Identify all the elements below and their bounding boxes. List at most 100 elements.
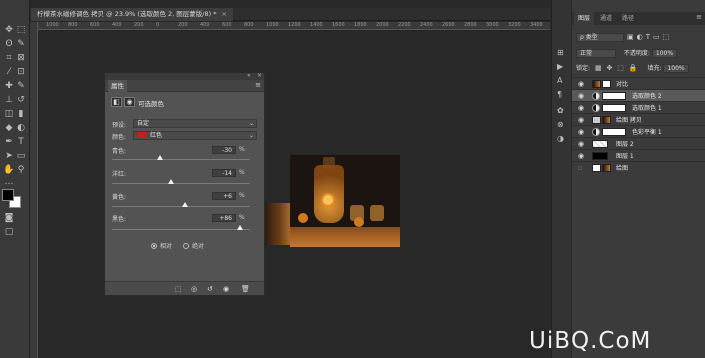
blur-tool-icon[interactable]: ◆ bbox=[3, 122, 15, 134]
preset-value: 自定 bbox=[137, 120, 150, 127]
layer-row[interactable]: ◉ 色彩平衡 1 bbox=[572, 125, 705, 137]
yellow-slider-thumb[interactable] bbox=[182, 202, 189, 207]
blend-mode-dropdown[interactable]: 正常 bbox=[576, 49, 616, 58]
brush-settings-icon[interactable]: ✿ bbox=[557, 106, 564, 115]
layer-row[interactable]: ◉ 图层 2 bbox=[572, 137, 705, 149]
layer-thumbnail bbox=[592, 164, 601, 172]
zoom-tool-icon[interactable]: ⚲ bbox=[15, 164, 27, 176]
character-icon[interactable]: A bbox=[557, 76, 562, 85]
frame-tool-icon[interactable]: ⊠ bbox=[15, 52, 27, 64]
black-slider-thumb[interactable] bbox=[237, 225, 244, 230]
layer-row[interactable]: ◉ 对比 bbox=[572, 77, 705, 89]
opacity-field[interactable]: 100% bbox=[651, 49, 678, 58]
layer-row[interactable]: ◉ 选取颜色 1 bbox=[572, 101, 705, 113]
quick-select-tool-icon[interactable]: ✎ bbox=[15, 38, 27, 50]
close-icon[interactable]: × bbox=[257, 72, 262, 79]
view-previous-icon[interactable]: ◎ bbox=[191, 285, 197, 293]
magenta-value-field[interactable]: -14 bbox=[212, 169, 236, 177]
yellow-unit: % bbox=[239, 192, 245, 199]
eye-icon[interactable]: ◉ bbox=[578, 80, 584, 88]
lock-position-icon[interactable]: ✥ bbox=[607, 64, 613, 72]
screen-mode-icon[interactable]: ▢ bbox=[3, 226, 15, 238]
clip-to-layer-icon[interactable]: ⬚ bbox=[175, 285, 182, 293]
ruler-tool-icon[interactable]: ⊡ bbox=[15, 66, 27, 78]
eyedropper-tool-icon[interactable]: ⁄ bbox=[3, 66, 15, 78]
tab-paths[interactable]: 路径 bbox=[618, 12, 638, 25]
layer-mask-icon[interactable]: ◉ bbox=[124, 97, 135, 107]
healing-brush-tool-icon[interactable]: ✚ bbox=[3, 80, 15, 92]
cyan-value-field[interactable]: -30 bbox=[212, 146, 236, 154]
tab-properties[interactable]: 属性 bbox=[108, 80, 127, 92]
paragraph-icon[interactable]: ¶ bbox=[557, 90, 562, 99]
colors-dropdown[interactable]: 红色 ⌄ bbox=[133, 131, 257, 140]
magenta-slider-thumb[interactable] bbox=[168, 179, 175, 184]
history-brush-tool-icon[interactable]: ↺ bbox=[15, 94, 27, 106]
filter-type-icon[interactable]: T bbox=[646, 33, 650, 41]
filter-adjust-icon[interactable]: ◐ bbox=[637, 33, 643, 41]
dodge-tool-icon[interactable]: ◐ bbox=[15, 122, 27, 134]
layer-row[interactable]: ◉ 图层 1 bbox=[572, 149, 705, 161]
foreground-color-swatch[interactable] bbox=[2, 189, 14, 201]
crop-tool-icon[interactable]: ⌗ bbox=[3, 52, 15, 64]
preset-dropdown[interactable]: 自定 ⌄ bbox=[133, 119, 257, 128]
eye-icon[interactable]: ◉ bbox=[578, 140, 584, 148]
clone-source-icon[interactable]: ⊗ bbox=[557, 120, 564, 129]
eye-icon[interactable]: ◉ bbox=[578, 92, 584, 100]
lock-all-icon[interactable]: 🔒 bbox=[629, 64, 638, 72]
black-value-field[interactable]: +86 bbox=[212, 214, 236, 222]
path-select-tool-icon[interactable]: ➤ bbox=[3, 150, 15, 162]
yellow-slider-track[interactable] bbox=[112, 206, 250, 207]
eye-icon[interactable]: ◉ bbox=[578, 116, 584, 124]
eye-icon[interactable]: ◉ bbox=[578, 128, 584, 136]
layer-mask-thumbnail bbox=[602, 104, 626, 112]
tab-layers[interactable]: 图层 bbox=[574, 12, 595, 25]
lock-pixels-icon[interactable]: ▦ bbox=[595, 64, 602, 72]
reset-icon[interactable]: ↺ bbox=[207, 285, 213, 293]
collapse-icon[interactable]: « bbox=[247, 72, 251, 79]
layer-name: 图层 1 bbox=[616, 153, 634, 160]
shape-tool-icon[interactable]: ▭ bbox=[15, 150, 27, 162]
method-absolute-radio[interactable]: 绝对 bbox=[183, 241, 204, 250]
magenta-slider-track[interactable] bbox=[112, 183, 250, 184]
document-tab[interactable]: 柠檬茶水磁修调色 拷贝 @ 23.9% (选取颜色 2, 图层蒙版/8) * × bbox=[31, 8, 233, 21]
hand-tool-icon[interactable]: ✋ bbox=[3, 164, 15, 176]
eye-icon[interactable]: ◉ bbox=[578, 104, 584, 112]
visibility-eye-icon[interactable]: ◉ bbox=[223, 285, 229, 293]
clone-stamp-tool-icon[interactable]: ⊥ bbox=[3, 94, 15, 106]
history-icon[interactable]: ⊞ bbox=[557, 48, 564, 57]
tab-channels[interactable]: 通道 bbox=[596, 12, 616, 25]
panel-menu-icon[interactable]: ≡ bbox=[696, 13, 702, 21]
yellow-value-field[interactable]: +6 bbox=[212, 192, 236, 200]
layer-row[interactable]: ▫ 给图 bbox=[572, 161, 705, 173]
black-slider-track[interactable] bbox=[112, 229, 250, 230]
close-icon[interactable]: × bbox=[221, 10, 226, 18]
move-tool-icon[interactable]: ✥ bbox=[3, 24, 15, 36]
marquee-tool-icon[interactable]: ⬚ bbox=[15, 24, 27, 36]
filter-smart-icon[interactable]: ⬚ bbox=[663, 33, 670, 41]
layer-filter-dropdown[interactable]: ρ 类型 bbox=[576, 33, 624, 42]
eraser-tool-icon[interactable]: ◫ bbox=[3, 108, 15, 120]
pen-tool-icon[interactable]: ✒ bbox=[3, 136, 15, 148]
filter-pixel-icon[interactable]: ▣ bbox=[627, 33, 634, 41]
quick-mask-icon[interactable]: ◙ bbox=[3, 212, 15, 224]
ruler-tick: 2200 bbox=[398, 22, 411, 28]
eye-hidden-icon[interactable]: ▫ bbox=[578, 164, 583, 172]
lock-artboard-icon[interactable]: ⬚ bbox=[617, 64, 624, 72]
fill-field[interactable]: 100% bbox=[663, 64, 689, 73]
type-tool-icon[interactable]: T bbox=[15, 136, 27, 148]
more-tools-icon[interactable]: … bbox=[3, 176, 15, 188]
delete-icon[interactable]: 🗑 bbox=[241, 285, 250, 293]
adjustments-icon[interactable]: ◑ bbox=[557, 134, 564, 143]
layer-row-selected[interactable]: ◉ 选取颜色 2 bbox=[572, 89, 705, 101]
filter-shape-icon[interactable]: ▭ bbox=[653, 33, 660, 41]
eye-icon[interactable]: ◉ bbox=[578, 152, 584, 160]
brush-tool-icon[interactable]: ✎ bbox=[15, 80, 27, 92]
cyan-slider-track[interactable] bbox=[112, 159, 250, 160]
actions-icon[interactable]: ▶ bbox=[557, 62, 563, 71]
gradient-tool-icon[interactable]: ▮ bbox=[15, 108, 27, 120]
cyan-slider-thumb[interactable] bbox=[157, 155, 164, 160]
lasso-tool-icon[interactable]: ʘ bbox=[3, 38, 15, 50]
layer-row[interactable]: ◉ 给图 拷贝 bbox=[572, 113, 705, 125]
panel-menu-icon[interactable]: ≡ bbox=[255, 81, 261, 89]
method-relative-radio[interactable]: 相对 bbox=[151, 241, 172, 250]
